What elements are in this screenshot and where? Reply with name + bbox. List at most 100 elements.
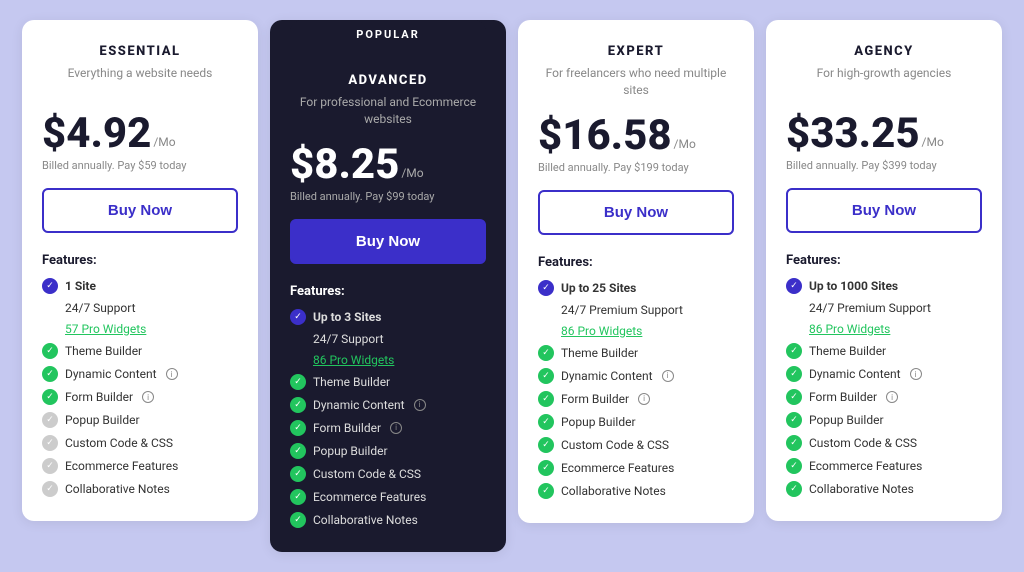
price-row-expert: $16.58 /Mo bbox=[538, 115, 734, 157]
price-row-agency: $33.25 /Mo bbox=[786, 113, 982, 155]
feature-text-advanced-8: Ecommerce Features bbox=[313, 490, 426, 504]
plan-card-expert: EXPERTFor freelancers who need multiple … bbox=[518, 20, 754, 523]
feature-item-agency-2: 86 Pro Widgets bbox=[786, 322, 982, 336]
feature-text-expert-7: Custom Code & CSS bbox=[561, 438, 669, 452]
feature-text-advanced-3: Theme Builder bbox=[313, 375, 390, 389]
feature-item-essential-7: ✓ Custom Code & CSS bbox=[42, 435, 238, 451]
feature-item-essential-5: ✓ Form Builder i bbox=[42, 389, 238, 405]
feature-text-advanced-4: Dynamic Content bbox=[313, 398, 405, 412]
icon-green: ✓ bbox=[538, 391, 554, 407]
icon-green: ✓ bbox=[42, 389, 58, 405]
feature-item-agency-9: ✓ Collaborative Notes bbox=[786, 481, 982, 497]
icon-green: ✓ bbox=[538, 460, 554, 476]
feature-text-essential-5: Form Builder bbox=[65, 390, 133, 404]
feature-text-agency-9: Collaborative Notes bbox=[809, 482, 914, 496]
feature-text-advanced-0: Up to 3 Sites bbox=[313, 310, 381, 324]
feature-item-agency-6: ✓Popup Builder bbox=[786, 412, 982, 428]
billing-note-expert: Billed annually. Pay $199 today bbox=[538, 161, 734, 174]
price-row-advanced: $8.25 /Mo bbox=[290, 144, 486, 186]
info-icon-expert-5: i bbox=[638, 393, 650, 405]
price-period-advanced: /Mo bbox=[401, 166, 423, 180]
feature-item-essential-6: ✓Popup Builder bbox=[42, 412, 238, 428]
feature-text-expert-6: Popup Builder bbox=[561, 415, 636, 429]
buy-button-expert[interactable]: Buy Now bbox=[538, 190, 734, 235]
buy-button-advanced[interactable]: Buy Now bbox=[290, 219, 486, 264]
feature-item-agency-1: 24/7 Premium Support bbox=[786, 301, 982, 315]
feature-item-advanced-2: 86 Pro Widgets bbox=[290, 353, 486, 367]
feature-item-essential-2: 57 Pro Widgets bbox=[42, 322, 238, 336]
feature-item-advanced-0: ✓Up to 3 Sites bbox=[290, 309, 486, 325]
feature-item-agency-3: ✓ Theme Builder bbox=[786, 343, 982, 359]
plan-desc-expert: For freelancers who need multiple sites bbox=[538, 65, 734, 99]
icon-green: ✓ bbox=[42, 366, 58, 382]
icon-green: ✓ bbox=[538, 368, 554, 384]
features-label-expert: Features: bbox=[538, 255, 734, 270]
icon-green: ✓ bbox=[786, 481, 802, 497]
feature-item-expert-9: ✓ Collaborative Notes bbox=[538, 483, 734, 499]
feature-item-advanced-3: ✓ Theme Builder bbox=[290, 374, 486, 390]
icon-green: ✓ bbox=[538, 483, 554, 499]
feature-item-agency-5: ✓Form Builderi bbox=[786, 389, 982, 405]
icon-gray: ✓ bbox=[42, 458, 58, 474]
icon-green: ✓ bbox=[290, 420, 306, 436]
feature-text-expert-1: 24/7 Premium Support bbox=[561, 303, 683, 317]
feature-item-essential-1: 24/7 Support bbox=[42, 301, 238, 315]
feature-text-essential-7: Custom Code & CSS bbox=[65, 436, 173, 450]
feature-text-agency-1: 24/7 Premium Support bbox=[809, 301, 931, 315]
feature-text-expert-5: Form Builder bbox=[561, 392, 629, 406]
feature-text-agency-5: Form Builder bbox=[809, 390, 877, 404]
icon-green: ✓ bbox=[538, 437, 554, 453]
feature-text-essential-8: Ecommerce Features bbox=[65, 459, 178, 473]
feature-link-advanced-2[interactable]: 86 Pro Widgets bbox=[313, 353, 394, 367]
info-icon-essential-5: i bbox=[142, 391, 154, 403]
feature-item-expert-4: ✓Dynamic Contenti bbox=[538, 368, 734, 384]
icon-gray: ✓ bbox=[42, 481, 58, 497]
price-amount-essential: $4.92 bbox=[42, 113, 151, 155]
feature-text-advanced-6: Popup Builder bbox=[313, 444, 388, 458]
feature-text-expert-9: Collaborative Notes bbox=[561, 484, 666, 498]
price-row-essential: $4.92 /Mo bbox=[42, 113, 238, 155]
icon-green: ✓ bbox=[786, 343, 802, 359]
feature-item-advanced-6: ✓Popup Builder bbox=[290, 443, 486, 459]
price-amount-expert: $16.58 bbox=[538, 115, 672, 157]
plan-desc-essential: Everything a website needs bbox=[42, 65, 238, 97]
feature-list-advanced: ✓Up to 3 Sites 24/7 Support 86 Pro Widge… bbox=[290, 309, 486, 528]
plan-desc-advanced: For professional and Ecommerce websites bbox=[290, 94, 486, 128]
feature-item-agency-4: ✓Dynamic Contenti bbox=[786, 366, 982, 382]
feature-text-advanced-5: Form Builder bbox=[313, 421, 381, 435]
feature-item-advanced-7: ✓Custom Code & CSS bbox=[290, 466, 486, 482]
feature-text-agency-3: Theme Builder bbox=[809, 344, 886, 358]
icon-green: ✓ bbox=[290, 374, 306, 390]
icon-green: ✓ bbox=[290, 397, 306, 413]
plan-desc-agency: For high-growth agencies bbox=[786, 65, 982, 97]
feature-item-advanced-5: ✓Form Builderi bbox=[290, 420, 486, 436]
feature-item-advanced-8: ✓ Ecommerce Features bbox=[290, 489, 486, 505]
icon-blue: ✓ bbox=[786, 278, 802, 294]
buy-button-essential[interactable]: Buy Now bbox=[42, 188, 238, 233]
feature-item-advanced-1: 24/7 Support bbox=[290, 332, 486, 346]
feature-link-expert-2[interactable]: 86 Pro Widgets bbox=[561, 324, 642, 338]
buy-button-agency[interactable]: Buy Now bbox=[786, 188, 982, 233]
feature-item-expert-5: ✓ Form Builder i bbox=[538, 391, 734, 407]
feature-item-essential-4: ✓Dynamic Contenti bbox=[42, 366, 238, 382]
feature-item-essential-3: ✓Theme Builder bbox=[42, 343, 238, 359]
icon-blue: ✓ bbox=[538, 280, 554, 296]
feature-list-expert: ✓Up to 25 Sites 24/7 Premium Support 86 … bbox=[538, 280, 734, 499]
icon-green: ✓ bbox=[538, 414, 554, 430]
feature-item-advanced-9: ✓Collaborative Notes bbox=[290, 512, 486, 528]
feature-text-essential-4: Dynamic Content bbox=[65, 367, 157, 381]
feature-item-expert-6: ✓ Popup Builder bbox=[538, 414, 734, 430]
feature-text-agency-0: Up to 1000 Sites bbox=[809, 279, 898, 293]
feature-item-expert-1: 24/7 Premium Support bbox=[538, 303, 734, 317]
feature-link-agency-2[interactable]: 86 Pro Widgets bbox=[809, 322, 890, 336]
price-amount-agency: $33.25 bbox=[786, 113, 920, 155]
feature-text-agency-4: Dynamic Content bbox=[809, 367, 901, 381]
icon-green: ✓ bbox=[290, 489, 306, 505]
feature-item-agency-7: ✓Custom Code & CSS bbox=[786, 435, 982, 451]
feature-link-essential-2[interactable]: 57 Pro Widgets bbox=[65, 322, 146, 336]
icon-gray: ✓ bbox=[42, 435, 58, 451]
feature-item-expert-8: ✓Ecommerce Features bbox=[538, 460, 734, 476]
feature-item-advanced-4: ✓Dynamic Contenti bbox=[290, 397, 486, 413]
feature-item-expert-3: ✓Theme Builder bbox=[538, 345, 734, 361]
feature-text-agency-7: Custom Code & CSS bbox=[809, 436, 917, 450]
